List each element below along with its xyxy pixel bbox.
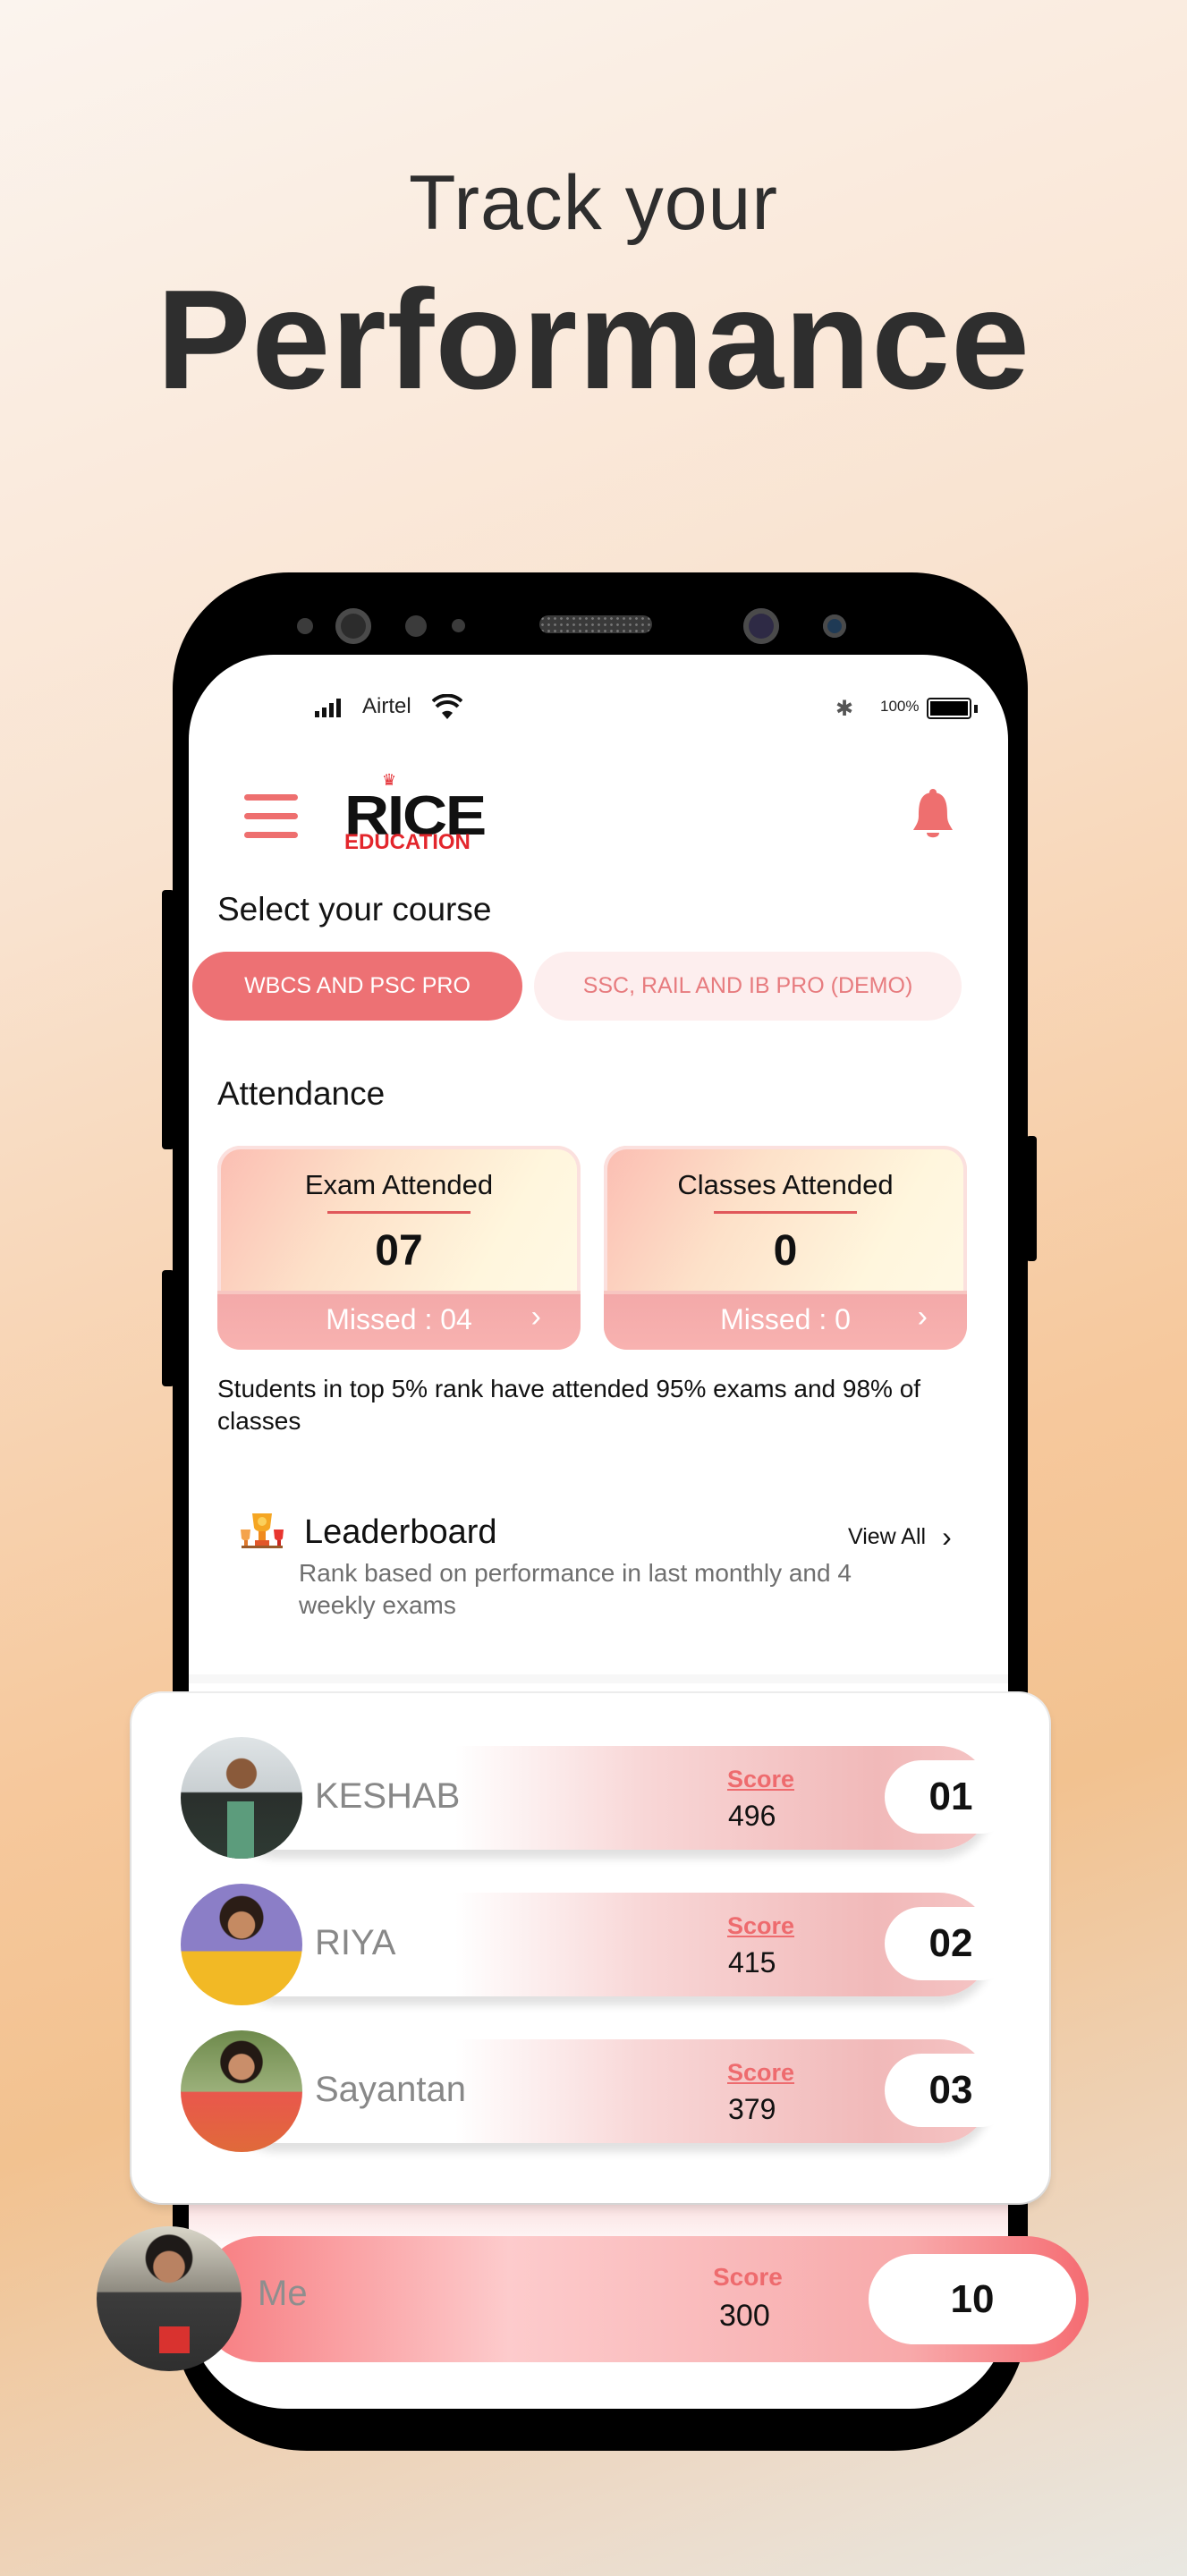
my-avatar	[97, 2226, 242, 2371]
card-value: 0	[773, 1227, 798, 1275]
iris-sensor-icon	[823, 614, 846, 638]
view-all-link[interactable]: View All ›	[848, 1522, 952, 1551]
avatar	[181, 1737, 302, 1859]
sensor-icon	[405, 615, 427, 637]
menu-button[interactable]	[244, 794, 298, 851]
card-title: Exam Attended	[304, 1169, 494, 1200]
card-value: 07	[375, 1227, 423, 1275]
my-score: 300	[719, 2299, 770, 2333]
rank-badge: 01	[885, 1760, 1017, 1834]
my-rank-row[interactable]: Me Score 300 10	[197, 2236, 1089, 2362]
course-option-ssc[interactable]: SSC, RAIL AND IB PRO (DEMO)	[534, 952, 962, 1021]
leaderboard-card: KESHAB Score 496 01 RIYA Score 415 02 Sa…	[131, 1693, 1049, 2203]
course-section-title: Select your course	[217, 891, 492, 928]
wifi-icon	[431, 693, 463, 721]
bluetooth-icon: ✱	[835, 697, 854, 721]
card-title: Classes Attended	[677, 1169, 894, 1200]
student-name: Sayantan	[315, 2070, 467, 2109]
score-label: Score	[727, 2059, 795, 2086]
logo-sub: EDUCATION	[344, 830, 471, 854]
avatar	[181, 1884, 302, 2005]
battery-icon	[927, 698, 971, 719]
exam-attended-card[interactable]: Exam Attended 07 Missed : 04 ›	[217, 1146, 581, 1350]
score-value: 379	[728, 2093, 776, 2125]
side-button	[162, 1270, 174, 1386]
student-name: KESHAB	[315, 1776, 461, 1816]
score-label: Score	[727, 1766, 795, 1792]
sensor-icon	[297, 618, 313, 634]
avatar-book	[159, 2326, 190, 2353]
classes-attended-card[interactable]: Classes Attended 0 Missed : 0 ›	[604, 1146, 967, 1350]
rank-badge: 03	[885, 2054, 1017, 2127]
card-divider	[714, 1211, 857, 1214]
chevron-right-icon: ›	[917, 1300, 928, 1334]
carrier-name: Airtel	[362, 694, 411, 718]
leaderboard-row[interactable]: KESHAB Score 496 01	[181, 1737, 1017, 1859]
battery-tip	[974, 705, 978, 713]
score-value: 415	[728, 1946, 776, 1979]
hamburger-icon-bar	[244, 832, 298, 838]
avatar	[181, 2030, 302, 2152]
card-divider	[327, 1211, 471, 1214]
view-all-label: View All	[848, 1523, 927, 1549]
earpiece-speaker	[539, 615, 652, 633]
missed-text: Missed : 04	[326, 1303, 472, 1335]
missed-bar[interactable]: Missed : 04 ›	[217, 1291, 581, 1350]
hero-subtitle: Track your	[409, 160, 778, 246]
hero-title: Performance	[157, 261, 1030, 419]
missed-bar[interactable]: Missed : 0 ›	[604, 1291, 967, 1350]
signal-icon	[315, 699, 341, 717]
student-name: RIYA	[315, 1923, 396, 1962]
score-label: Score	[727, 1912, 795, 1939]
front-camera-icon	[335, 608, 371, 644]
trophy-icon	[238, 1512, 286, 1549]
iris-camera-icon	[743, 608, 779, 644]
score-label: Score	[713, 2263, 783, 2291]
chevron-right-icon: ›	[530, 1300, 541, 1334]
leaderboard-row[interactable]: Sayantan Score 379 03	[181, 2030, 1017, 2152]
bell-icon	[913, 789, 953, 838]
rice-education-logo: ♛ RICE EDUCATION	[343, 771, 487, 854]
volume-button	[162, 890, 174, 1149]
battery-level: 100%	[880, 698, 920, 715]
sensor-icon	[452, 619, 465, 632]
my-name: Me	[258, 2274, 308, 2313]
rank-badge: 02	[885, 1907, 1017, 1980]
notification-button[interactable]	[911, 787, 955, 843]
hamburger-icon-bar	[244, 813, 298, 819]
score-value: 496	[728, 1800, 776, 1832]
missed-text: Missed : 0	[720, 1303, 851, 1335]
chevron-right-icon: ›	[942, 1521, 952, 1553]
course-option-wbcs[interactable]: WBCS AND PSC PRO	[192, 952, 522, 1021]
power-button	[1026, 1136, 1037, 1261]
leaderboard-title: Leaderboard	[304, 1513, 497, 1551]
leaderboard-row[interactable]: RIYA Score 415 02	[181, 1884, 1017, 2005]
attendance-note: Students in top 5% rank have attended 95…	[217, 1375, 921, 1435]
leaderboard-subtitle: Rank based on performance in last monthl…	[299, 1559, 852, 1619]
avatar-shirt	[227, 1801, 254, 1859]
my-rank-badge: 10	[869, 2254, 1076, 2344]
attendance-title: Attendance	[217, 1075, 386, 1112]
hamburger-icon-bar	[244, 794, 298, 801]
